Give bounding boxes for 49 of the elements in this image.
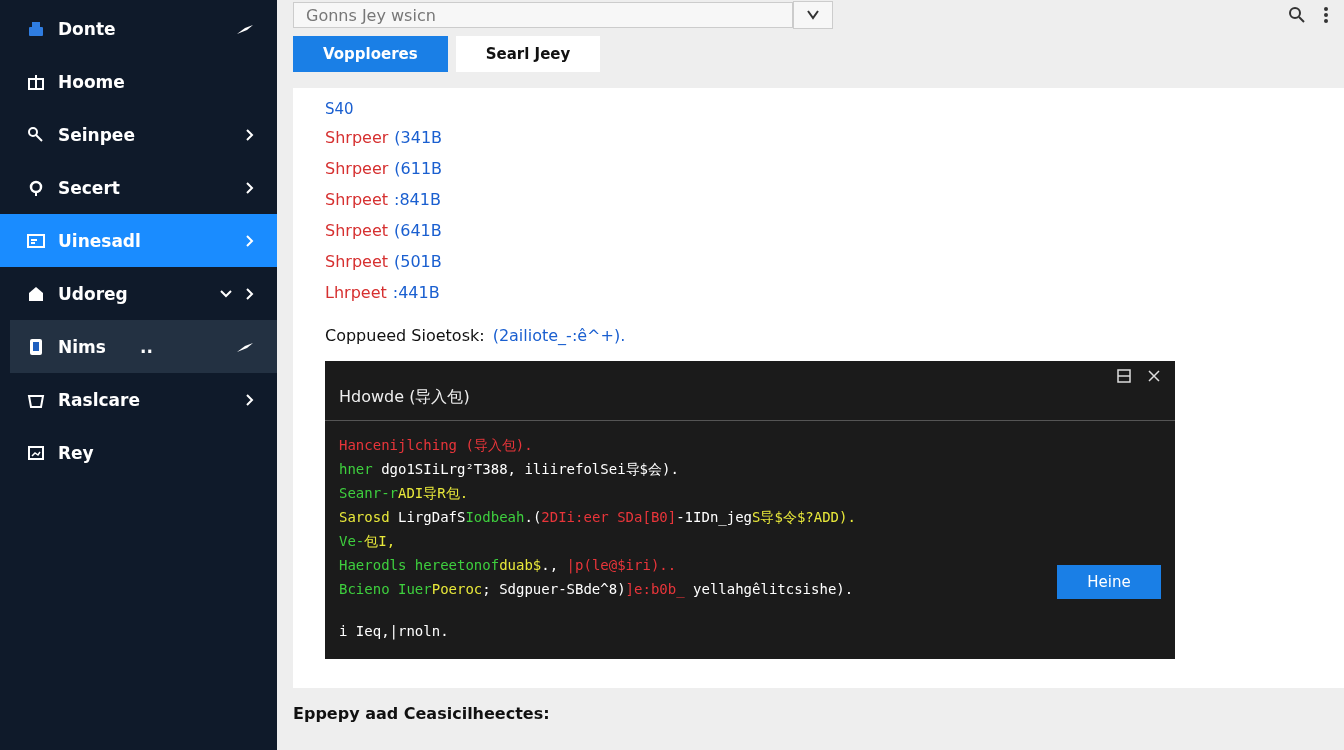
dropdown-button[interactable] bbox=[793, 1, 833, 29]
summary-value: (2ailiote_-:ê^+). bbox=[492, 326, 626, 345]
entry-name: Shrpeer bbox=[325, 127, 389, 149]
entry-value: :841B bbox=[394, 189, 441, 211]
ellipsis-text: .. bbox=[140, 336, 153, 357]
terminal-prompt: i Ieq,|rnoln. bbox=[339, 622, 450, 642]
search-icon[interactable] bbox=[1288, 6, 1306, 24]
dialog-title: Hdowde (导入包) bbox=[325, 383, 1175, 421]
entry-value: :441B bbox=[392, 282, 440, 304]
sidebar-item[interactable]: Seinpee bbox=[0, 108, 277, 161]
entry-name: Shrpeet bbox=[325, 251, 388, 273]
terminal-line: Seanr-rADI导R包. bbox=[339, 484, 470, 503]
entry-value: (641B bbox=[394, 220, 442, 242]
sidebar-item[interactable]: Donte bbox=[0, 2, 277, 55]
entry-name: Shrpeet bbox=[325, 220, 388, 242]
sidebar-item[interactable]: Secert bbox=[0, 161, 277, 214]
terminal-line: Ve-包I, bbox=[339, 532, 397, 551]
entry-value: (611B bbox=[394, 158, 443, 180]
terminal-line: Sarosd LirgDafSIodbeah.(2DIi:eer SDa[B0]-1IDn_jegS导$令$?ADD). bbox=[339, 508, 857, 528]
tab[interactable]: Searl Jeey bbox=[455, 36, 601, 72]
sidebar-item[interactable]: Nims .. bbox=[10, 320, 277, 373]
close-icon[interactable] bbox=[1147, 369, 1161, 383]
chevron-down-icon[interactable] bbox=[219, 288, 233, 299]
terminal-line: Hancenijlching (导入包). bbox=[339, 436, 534, 455]
entry-name: Shrpeet bbox=[325, 189, 388, 211]
terminal-line: Haerodls hereetonofduab$., |p(le@$iri).. bbox=[339, 556, 678, 576]
summary-label: Coppueed Sioetosk: bbox=[325, 326, 485, 345]
terminal-line: hner dgo1SIiLrg²T388, iliirefolSei导$会). bbox=[339, 460, 680, 479]
entry-name: Shrpeer bbox=[325, 158, 389, 180]
entry-value: (341B bbox=[394, 127, 443, 149]
entry-name: Lhrpeet bbox=[325, 282, 387, 304]
chevron-right-icon[interactable] bbox=[245, 392, 255, 407]
more-icon[interactable] bbox=[1322, 6, 1330, 24]
sidebar-item[interactable]: Hoome bbox=[0, 55, 277, 108]
section-heading: Eppepy aad Ceasicilheectes: bbox=[293, 704, 551, 723]
caret-icon bbox=[806, 9, 820, 21]
chevron-right-icon[interactable] bbox=[245, 286, 255, 301]
restore-icon[interactable] bbox=[1117, 369, 1131, 383]
search-field[interactable]: Gonns Jey wsicn bbox=[293, 2, 793, 28]
sidebar-item[interactable]: Udoreg bbox=[0, 267, 277, 320]
entry-value: (501B bbox=[394, 251, 442, 273]
dialog-button[interactable]: Heine bbox=[1057, 565, 1161, 599]
heading: S40 bbox=[325, 99, 355, 120]
sidebar-item[interactable]: Raslcare bbox=[0, 373, 277, 426]
terminal-line: Bcieno IuerPoeroc; Sdgpuer-SBde^8)]e:b0b_ yellahgêlitcsishe). bbox=[339, 580, 855, 600]
chevron-right-icon[interactable] bbox=[245, 180, 255, 195]
sidebar-item[interactable]: Rey bbox=[0, 426, 277, 479]
tab[interactable]: Vopploeres bbox=[293, 36, 448, 72]
chevron-right-icon[interactable] bbox=[245, 127, 255, 142]
